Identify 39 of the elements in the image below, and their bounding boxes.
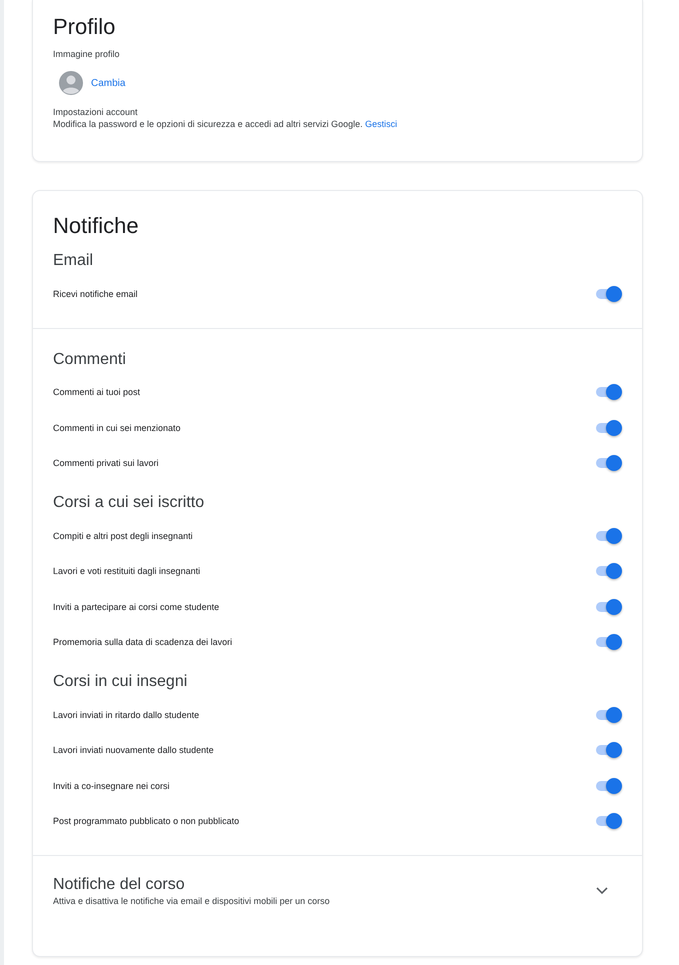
toggle-switch[interactable] (594, 383, 622, 402)
toggle-switch[interactable] (594, 284, 622, 303)
setting-label: Post programmato pubblicato o non pubblicato (53, 816, 240, 826)
manage-link[interactable]: Gestisci (365, 119, 398, 129)
toggle-switch[interactable] (594, 562, 622, 580)
account-description: Modifica la password e le opzioni di sicurezza e accedi ad altri servizi Google. Gestisci (53, 119, 398, 129)
setting-label: Lavori inviati in ritardo dallo studente (53, 710, 200, 720)
setting-label: Commenti privati sui lavori (53, 458, 159, 468)
setting-label: Inviti a co-insegnare nei corsi (53, 780, 170, 791)
chevron-down-icon[interactable] (596, 887, 608, 895)
section-description: Attiva e disattiva le notifiche via email e dispositivi mobili per un corso (53, 896, 330, 906)
setting-label: Lavori e voti restituiti dagli insegnanti (53, 566, 200, 576)
toggle-switch[interactable] (594, 454, 622, 472)
section-heading: Corsi a cui sei iscritto (53, 494, 206, 512)
setting-label: Promemoria sulla data di scadenza dei lavori (53, 637, 232, 648)
setting-label: Compiti e altri post degli insegnanti (53, 530, 193, 541)
toggle-switch[interactable] (594, 706, 622, 724)
setting-label: Commenti ai tuoi post (53, 387, 140, 398)
setting-label: Commenti in cui sei menzionato (53, 422, 181, 433)
section-heading: Email (53, 252, 94, 270)
change-link[interactable]: Cambia (91, 78, 126, 88)
toggle-switch[interactable] (594, 633, 622, 652)
toggle-switch[interactable] (594, 526, 622, 545)
avatar-icon (59, 71, 83, 95)
toggle-switch[interactable] (594, 812, 622, 830)
toggle-switch[interactable] (594, 741, 622, 760)
setting-label: Inviti a partecipare ai corsi come studente (53, 602, 220, 612)
field-label: Impostazioni account (53, 107, 139, 117)
section-heading: Commenti (53, 350, 127, 368)
card-title: Notifiche (52, 213, 140, 239)
setting-label: Lavori inviati nuovamente dallo studente (53, 745, 214, 756)
toggle-switch[interactable] (594, 776, 622, 795)
field-label: Immagine profilo (53, 49, 121, 59)
card-title: Profilo (53, 14, 116, 40)
toggle-switch[interactable] (594, 598, 622, 616)
toggle-switch[interactable] (594, 418, 622, 437)
setting-label: Ricevi notifiche email (53, 288, 138, 299)
section-heading: Corsi in cui insegni (53, 673, 188, 691)
section-heading: Notifiche del corso (53, 876, 186, 894)
